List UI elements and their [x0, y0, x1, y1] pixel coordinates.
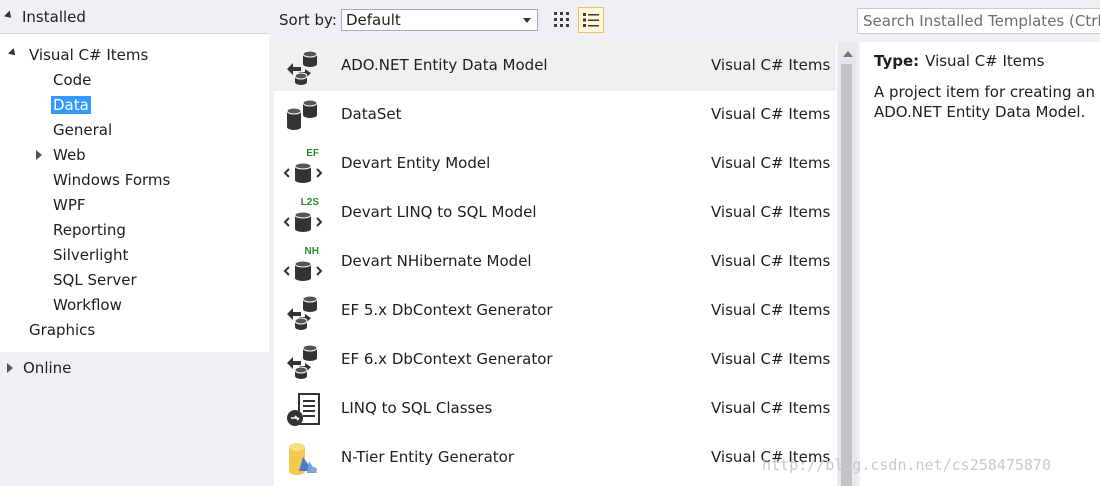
tree-item-windows-forms[interactable]: Windows Forms: [51, 169, 172, 191]
template-row[interactable]: L2S Devart LINQ to SQL Model Visual C# Ite…: [274, 189, 836, 238]
list-view-icon: [583, 13, 599, 27]
type-value: Visual C# Items: [925, 52, 1045, 70]
left-panel: Installed Visual C# Items Code Data General…: [0, 0, 269, 486]
online-header[interactable]: Online: [0, 356, 269, 380]
tree-item-visual-c-items[interactable]: Visual C# Items: [8, 44, 150, 66]
list-view-button[interactable]: [578, 7, 604, 33]
template-row[interactable]: DataSet Visual C# Items: [274, 91, 836, 140]
tree-item-label: Graphics: [29, 321, 96, 339]
linq-sql-icon: [283, 390, 323, 430]
template-category: Visual C# Items: [711, 105, 831, 123]
grid-view-icon: [554, 12, 569, 27]
scroll-thumb[interactable]: [841, 64, 852, 486]
tree-item-wpf[interactable]: WPF: [51, 194, 88, 216]
search-input[interactable]: Search Installed Templates (Ctrl+E): [857, 8, 1100, 34]
tree-item-label: Web: [53, 146, 86, 164]
template-row[interactable]: EF Devart Entity Model Visual C# Items: [274, 140, 836, 189]
sort-by-label: Sort by:: [279, 11, 337, 29]
tree-item-general[interactable]: General: [51, 119, 114, 141]
type-label: Type:: [874, 52, 920, 70]
scroll-up-icon[interactable]: [843, 51, 853, 57]
watermark: http://blog.csdn.net/cs258475870: [762, 456, 1051, 474]
template-name: EF 5.x DbContext Generator: [341, 301, 553, 319]
template-category: Visual C# Items: [711, 252, 831, 270]
tree-item-label: Workflow: [53, 296, 122, 314]
svg-text:NH: NH: [305, 246, 319, 257]
template-category: Visual C# Items: [711, 56, 831, 74]
template-description: A project item for creating an ADO.NET E…: [874, 83, 1095, 121]
tree-item-sql-server[interactable]: SQL Server: [51, 269, 139, 291]
template-category: Visual C# Items: [711, 399, 831, 417]
dataset-icon: [283, 96, 323, 136]
tree-item-code[interactable]: Code: [51, 69, 93, 91]
template-name: Devart Entity Model: [341, 154, 491, 172]
svg-text:L2S: L2S: [301, 197, 320, 208]
tree-item-label: Data: [51, 96, 91, 114]
small-icons-view-button[interactable]: [550, 8, 574, 32]
template-row[interactable]: NH Devart NHibernate Model Visual C# Items: [274, 238, 836, 287]
template-row[interactable]: EF 6.x DbContext Generator Visual C# Item…: [274, 336, 836, 385]
tree-item-data[interactable]: Data: [51, 94, 91, 116]
tree-item-reporting[interactable]: Reporting: [51, 219, 128, 241]
template-name: EF 6.x DbContext Generator: [341, 350, 553, 368]
tree-item-label: Windows Forms: [53, 171, 171, 189]
chevron-down-icon: [523, 18, 531, 23]
tree-item-label: SQL Server: [53, 271, 137, 289]
expand-arrow-icon[interactable]: [8, 48, 18, 58]
template-row[interactable]: N-Tier Entity Generator Visual C# Items: [274, 434, 836, 483]
template-name: ADO.NET Entity Data Model: [341, 56, 548, 74]
installed-header[interactable]: Installed: [0, 0, 268, 34]
svg-text:EF: EF: [306, 148, 319, 159]
tree-item-web[interactable]: Web: [36, 144, 88, 166]
template-category: Visual C# Items: [711, 154, 831, 172]
ntier-icon: [283, 439, 323, 479]
template-category: Visual C# Items: [711, 203, 831, 221]
type-row: Type: Visual C# Items: [874, 52, 1044, 70]
sort-dropdown[interactable]: Default: [341, 9, 538, 31]
tree-item-silverlight[interactable]: Silverlight: [51, 244, 130, 266]
collapse-arrow-icon[interactable]: [7, 363, 13, 373]
template-name: LINQ to SQL Classes: [341, 399, 493, 417]
details-panel: Type: Visual C# Items A project item for …: [860, 42, 1100, 486]
tree-item-label: Visual C# Items: [29, 46, 149, 64]
template-category: Visual C# Items: [711, 301, 831, 319]
tree-item-label: WPF: [53, 196, 86, 214]
template-row[interactable]: LINQ to SQL Classes Visual C# Items: [274, 385, 836, 434]
tree-item-label: Silverlight: [53, 246, 129, 264]
tree-item-graphics[interactable]: Graphics: [27, 319, 97, 341]
template-name: Devart LINQ to SQL Model: [341, 203, 537, 221]
devart-ef-icon: EF: [283, 145, 323, 185]
template-category: Visual C# Items: [711, 350, 831, 368]
template-row[interactable]: ADO.NET Entity Data Model Visual C# Items: [274, 42, 836, 91]
toolbar: Sort by: Default Search Installed Templa…: [270, 0, 1100, 42]
template-tree: Visual C# Items Code Data General Web Windows…: [0, 34, 269, 352]
tree-item-workflow[interactable]: Workflow: [51, 294, 124, 316]
sort-value: Default: [346, 11, 401, 29]
tree-item-label: Code: [53, 71, 92, 89]
template-name: N-Tier Entity Generator: [341, 448, 515, 466]
entity-model-icon: [283, 341, 323, 381]
template-list: ADO.NET Entity Data Model Visual C# Items…: [274, 42, 837, 486]
collapse-arrow-icon[interactable]: [36, 150, 42, 160]
list-scrollbar[interactable]: [838, 42, 857, 486]
installed-label: Installed: [22, 7, 86, 26]
entity-model-icon: [283, 47, 323, 87]
template-name: Devart NHibernate Model: [341, 252, 532, 270]
template-name: DataSet: [341, 105, 402, 123]
tree-item-label: Reporting: [53, 221, 126, 239]
devart-l2s-icon: L2S: [283, 194, 323, 234]
devart-nh-icon: NH: [283, 243, 323, 283]
expand-arrow-icon[interactable]: [4, 10, 14, 21]
entity-model-icon: [283, 292, 323, 332]
template-row[interactable]: EF 5.x DbContext Generator Visual C# Item…: [274, 287, 836, 336]
online-label: Online: [23, 359, 72, 377]
tree-item-label: General: [53, 121, 113, 139]
